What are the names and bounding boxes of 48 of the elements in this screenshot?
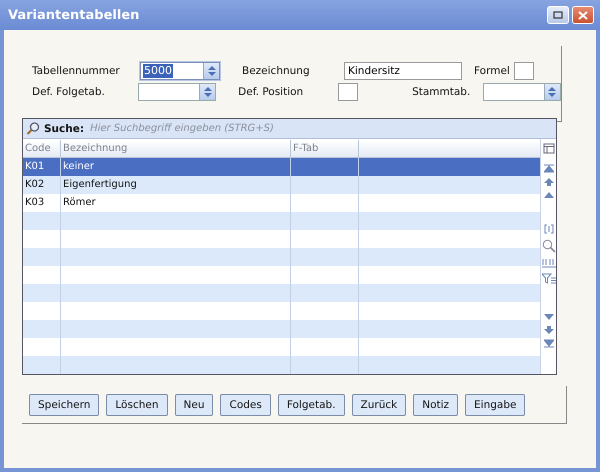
- spin-arrows-icon: [208, 66, 216, 76]
- number-spinner[interactable]: 5000: [140, 62, 220, 80]
- field-label: Tabellennummer: [32, 65, 121, 77]
- sort-icon[interactable]: [542, 258, 556, 268]
- table-row[interactable]: K01 keiner: [23, 158, 540, 176]
- action-button[interactable]: Folgetab.: [278, 394, 345, 416]
- column-header[interactable]: Code: [23, 140, 61, 157]
- first-record-icon[interactable]: [544, 164, 554, 173]
- filter-icon[interactable]: [542, 273, 556, 284]
- field-label: Bezeichnung: [242, 65, 311, 77]
- dropdown-field[interactable]: [482, 83, 561, 101]
- search-field[interactable]: Hier Suchbegriff eingeben (STRG+S): [88, 122, 556, 135]
- action-button[interactable]: Eingabe: [465, 394, 526, 416]
- column-header[interactable]: Bezeichnung: [61, 140, 291, 157]
- action-button[interactable]: Löschen: [106, 394, 168, 416]
- columns-icon[interactable]: [542, 142, 554, 154]
- last-record-icon[interactable]: [544, 339, 554, 348]
- field-label: Formel: [474, 65, 511, 77]
- page-up-icon[interactable]: [544, 178, 554, 187]
- action-button[interactable]: Speichern: [29, 394, 100, 416]
- restore-button[interactable]: [547, 6, 569, 24]
- down-arrow-icon[interactable]: [544, 314, 554, 320]
- action-button[interactable]: Notiz: [413, 394, 458, 416]
- field-label: Def. Position: [238, 86, 304, 98]
- search-bar[interactable]: Suche: Hier Suchbegriff eingeben (STRG+S): [23, 119, 556, 139]
- close-icon: [578, 10, 588, 20]
- field-label: Def. Folgetab.: [32, 86, 106, 98]
- restore-icon: [553, 11, 563, 19]
- close-button[interactable]: [572, 6, 594, 24]
- spin-arrows-icon: [548, 87, 556, 97]
- table-row[interactable]: K02 Eigenfertigung: [23, 176, 540, 194]
- up-arrow-icon[interactable]: [544, 192, 554, 198]
- magnifier-icon[interactable]: [542, 239, 556, 253]
- column-header[interactable]: F-Tab: [291, 140, 359, 157]
- action-button[interactable]: Codes: [220, 394, 271, 416]
- window-title: Variantentabellen: [8, 8, 140, 22]
- action-button[interactable]: Neu: [174, 394, 214, 416]
- input-field[interactable]: Kindersitz: [344, 62, 462, 80]
- action-button[interactable]: Zurück: [352, 394, 406, 416]
- field-label: Stammtab.: [412, 86, 472, 98]
- page-down-icon[interactable]: [544, 325, 554, 334]
- dropdown-field[interactable]: [138, 83, 216, 101]
- input-field[interactable]: [338, 83, 358, 101]
- search-label: Suche:: [44, 122, 84, 134]
- spin-arrows-icon: [204, 87, 212, 97]
- input-field[interactable]: [514, 62, 534, 80]
- brackets-icon[interactable]: [544, 224, 554, 234]
- search-icon: [26, 122, 40, 135]
